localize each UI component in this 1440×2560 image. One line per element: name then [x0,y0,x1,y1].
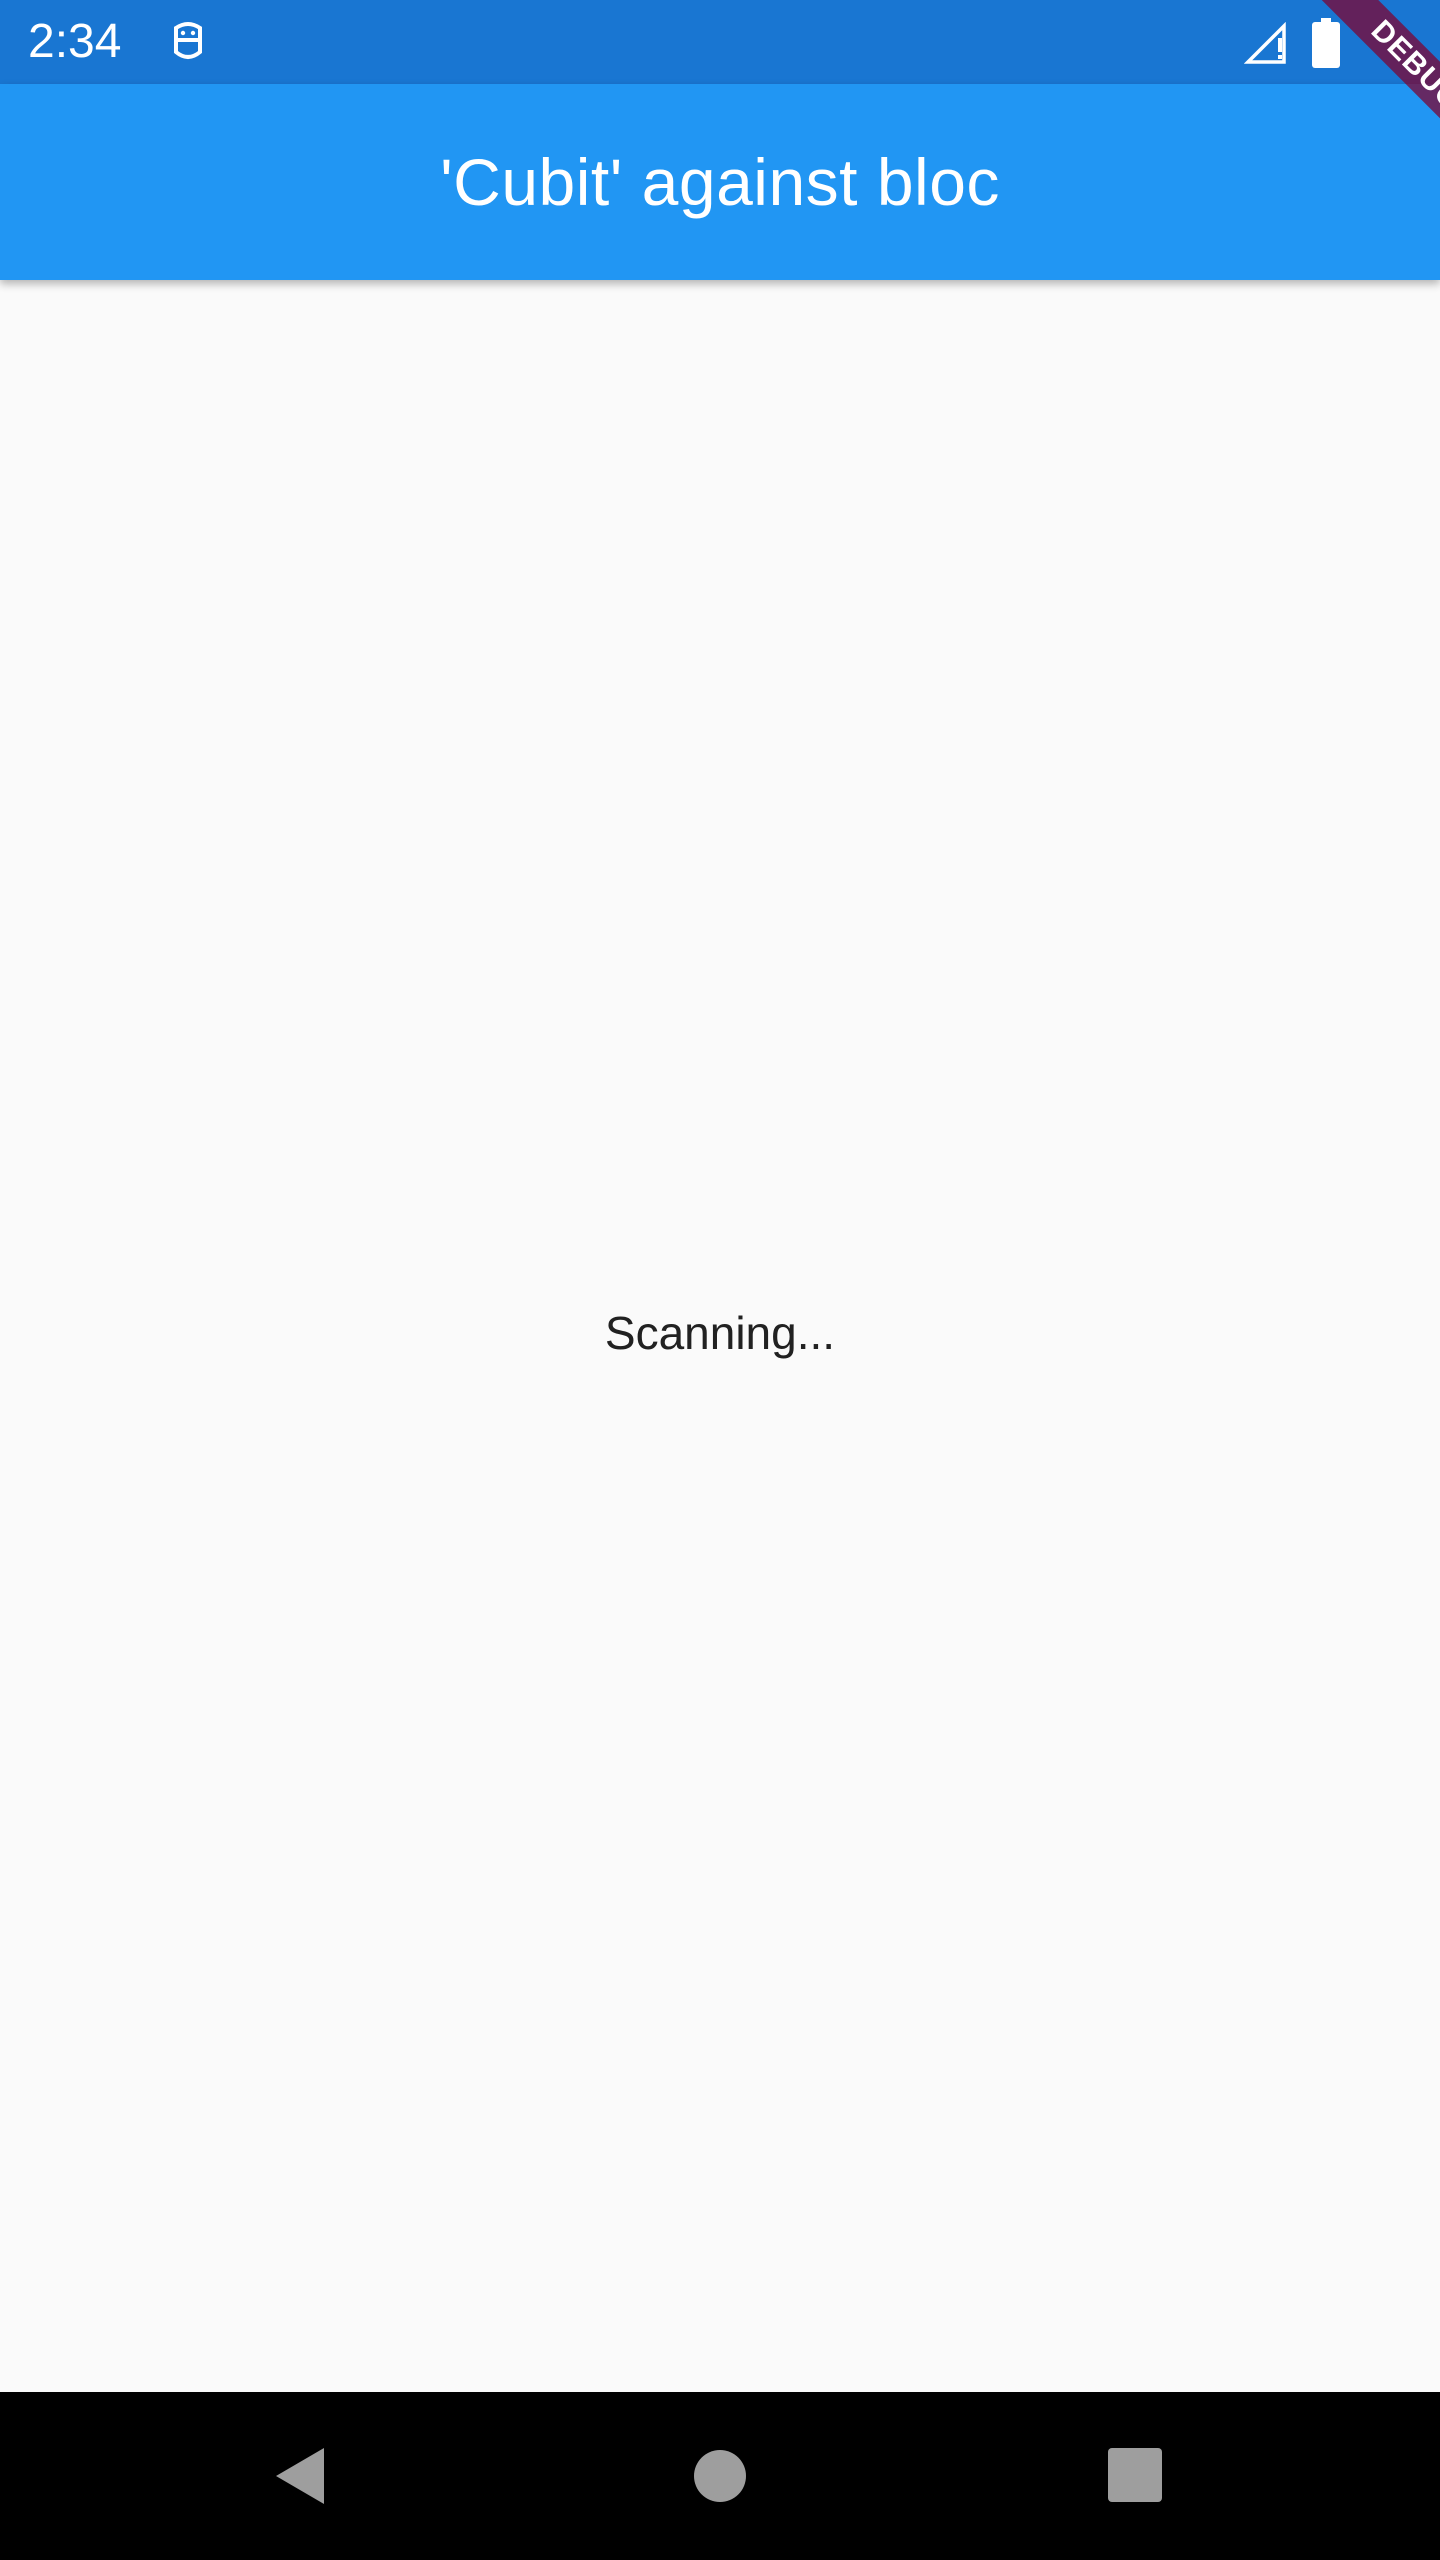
back-icon[interactable] [272,2446,328,2506]
status-time: 2:34 [28,15,122,68]
home-icon[interactable] [694,2450,746,2502]
status-bar: 2:34 [0,0,1440,84]
signal-icon [1244,22,1286,64]
battery-icon [1312,18,1340,68]
robot-notification-icon [174,22,202,59]
page-title: 'Cubit' against bloc [440,145,1000,219]
app-bar: 'Cubit' against bloc [0,84,1440,280]
main-content: Scanning... [0,280,1440,2392]
navigation-bar [0,2392,1440,2560]
scanning-status-text: Scanning... [604,1307,836,1359]
recents-icon[interactable] [1108,2448,1162,2502]
